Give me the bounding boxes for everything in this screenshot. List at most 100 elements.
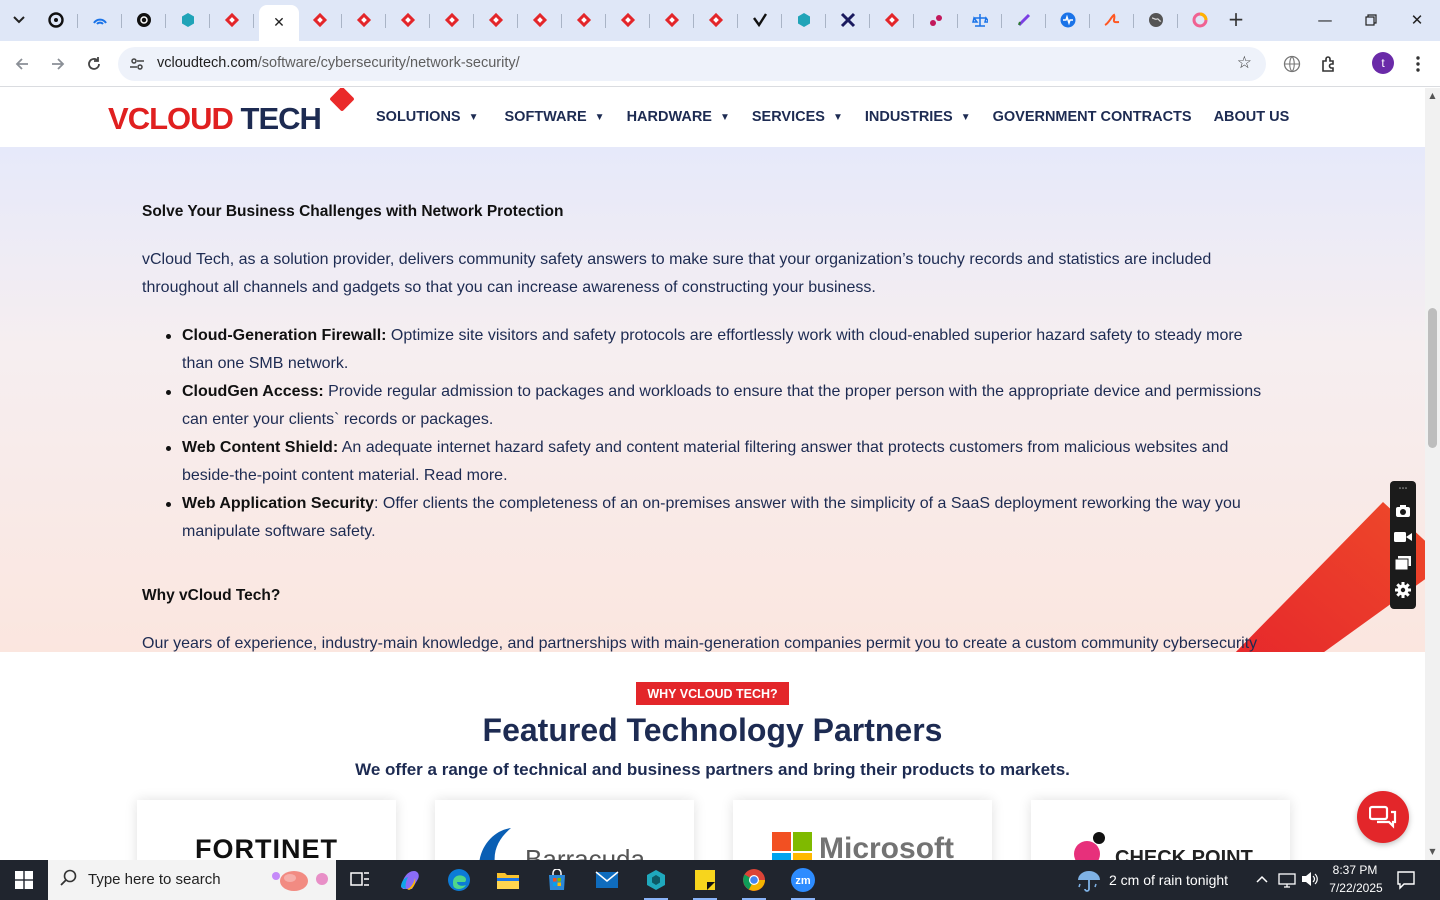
vcloud-gem-icon [620,12,636,28]
pen-icon [1016,12,1032,28]
taskbar-search[interactable]: Type here to search [48,860,336,900]
tab-active[interactable]: ✕ [259,5,299,41]
bookmark-star-icon[interactable]: ☆ [1237,53,1252,73]
tab-27[interactable] [1178,6,1222,34]
clock-date[interactable]: 7/22/2025 [1326,881,1386,895]
tray-chevron-up-icon[interactable] [1256,872,1268,886]
nav-hardware[interactable]: HARDWARE ▼ [627,109,730,125]
chrome-icon[interactable] [734,864,774,900]
partner-card-microsoft[interactable]: Microsoft [733,800,992,860]
tab-search-button[interactable] [6,8,32,32]
why-vcloud-badge: WHY VCLOUD TECH? [636,682,789,705]
camera-icon[interactable] [1393,501,1413,521]
scroll-thumb[interactable] [1428,308,1437,448]
nav-solutions[interactable]: SOLUTIONS ▼ [376,109,479,125]
tab-7[interactable] [298,6,342,34]
extensions-icon[interactable] [1318,53,1340,75]
new-tab-button[interactable]: + [1224,8,1248,32]
weather-text[interactable]: 2 cm of rain tonight [1109,872,1228,888]
partner-card-checkpoint[interactable]: CHECK POINT [1031,800,1290,860]
video-camera-icon[interactable] [1393,527,1413,547]
capture-menu-icon[interactable]: ⋯ [1393,482,1413,496]
scroll-down-arrow-icon[interactable]: ▼ [1425,845,1440,860]
partner-card-fortinet[interactable]: FORTINET [137,800,396,860]
gear-icon[interactable] [1393,580,1413,600]
tab-8[interactable] [342,6,386,34]
task-view-icon[interactable] [340,864,380,896]
chat-button[interactable] [1357,791,1409,843]
back-button[interactable] [9,51,35,77]
vcloud-tech-logo[interactable]: VCLOUD TECH [108,88,358,142]
window-capture-icon[interactable] [1393,553,1413,573]
close-tab-icon[interactable]: ✕ [273,15,285,31]
notifications-icon[interactable] [1396,870,1416,894]
tab-5[interactable] [210,6,254,34]
tab-26[interactable] [1134,6,1178,34]
vcloud-gem-icon [576,12,592,28]
vcloud-gem-icon [356,12,372,28]
copilot-icon[interactable] [390,864,430,896]
nav-about-us[interactable]: ABOUT US [1214,109,1290,125]
tab-13[interactable] [562,6,606,34]
partner-card-barracuda[interactable]: Barracuda [435,800,694,860]
chevron-down-icon [13,16,25,24]
nav-industries[interactable]: INDUSTRIES ▼ [865,109,971,125]
profile-avatar[interactable]: t [1372,52,1394,74]
tab-15[interactable] [650,6,694,34]
svg-text:zm: zm [795,875,811,887]
taskbar-hexagon-app-icon[interactable] [636,864,676,900]
clock-time[interactable]: 8:37 PM [1330,863,1380,877]
tab-19[interactable] [826,6,870,34]
vcloud-gem-icon [444,12,460,28]
forward-button[interactable] [45,51,71,77]
reload-button[interactable] [81,51,107,77]
zoom-icon[interactable]: zm [783,864,823,900]
tab-21[interactable] [914,6,958,34]
mail-icon[interactable] [587,864,627,896]
vcloud-gem-icon [884,12,900,28]
translate-icon[interactable] [1281,53,1303,75]
url-text[interactable]: vcloudtech.com/software/cybersecurity/ne… [157,55,520,71]
nav-software[interactable]: SOFTWARE ▼ [505,109,605,125]
nav-government-contracts[interactable]: GOVERNMENT CONTRACTS [993,109,1192,125]
barracuda-logo: Barracuda [525,844,645,860]
file-explorer-icon[interactable] [488,864,528,896]
tab-25[interactable] [1090,6,1134,34]
windows-taskbar: Type here to search zm 2 cm of rain toni… [0,860,1440,900]
network-icon[interactable] [1278,872,1296,892]
tab-12[interactable] [518,6,562,34]
start-button[interactable] [0,860,48,900]
menu-kebab-icon[interactable] [1407,53,1429,75]
tab-16[interactable] [694,6,738,34]
tab-24[interactable] [1046,6,1090,34]
tab-11[interactable] [474,6,518,34]
why-paragraph: Our years of experience, industry-main k… [142,635,1258,652]
edge-icon[interactable] [439,864,479,896]
tab-1[interactable] [34,6,78,34]
tab-17[interactable] [738,6,782,34]
nav-services[interactable]: SERVICES ▼ [752,109,843,125]
tab-10[interactable] [430,6,474,34]
tab-9[interactable] [386,6,430,34]
site-settings-icon[interactable] [128,55,146,73]
tab-14[interactable] [606,6,650,34]
close-window-button[interactable]: ✕ [1394,0,1440,40]
tab-4[interactable] [166,6,210,34]
minimize-button[interactable]: — [1302,0,1348,40]
checkmark-icon [752,12,768,28]
volume-icon[interactable] [1301,871,1319,891]
list-item: CloudGen Access: Provide regular admissi… [166,378,1272,434]
maximize-button[interactable] [1348,0,1394,40]
microsoft-store-icon[interactable] [537,864,577,896]
tab-3[interactable] [122,6,166,34]
tab-22[interactable] [958,6,1002,34]
tab-20[interactable] [870,6,914,34]
address-bar[interactable]: vcloudtech.com/software/cybersecurity/ne… [118,47,1266,81]
scroll-up-arrow-icon[interactable]: ▲ [1425,88,1440,103]
tab-18[interactable] [782,6,826,34]
tab-2[interactable] [78,6,122,34]
tab-23[interactable] [1002,6,1046,34]
weather-rain-icon[interactable] [1076,868,1102,896]
sticky-notes-icon[interactable] [685,864,725,900]
page-scrollbar[interactable]: ▲ ▼ [1425,88,1440,860]
